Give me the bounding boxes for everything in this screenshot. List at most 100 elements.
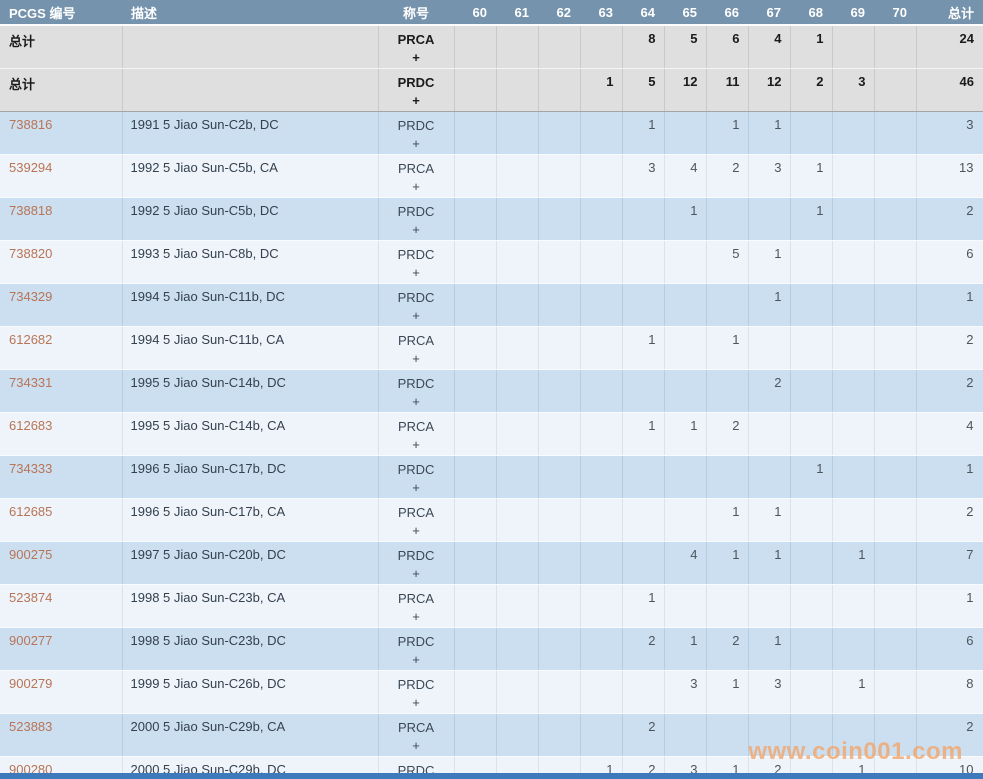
grade-60-count: [454, 628, 496, 671]
grade-61-count: [496, 370, 538, 413]
grade-63-count: [580, 155, 622, 198]
pcgs-number-link[interactable]: 539294: [9, 160, 52, 175]
grade-60-count: [454, 714, 496, 757]
pcgs-number-link[interactable]: 612682: [9, 332, 52, 347]
grade-60-count: [454, 456, 496, 499]
grade-67-count: [748, 714, 790, 757]
grade-60-count: [454, 198, 496, 241]
grade-66-count: [706, 585, 748, 628]
table-row-734329: 7343291994 5 Jiao Sun-C11b, DCPRDC+11: [0, 284, 983, 327]
table-row-612685: 6126851996 5 Jiao Sun-C17b, CAPRCA+112: [0, 499, 983, 542]
grade-70-count: [874, 370, 916, 413]
pcgs-number-link[interactable]: 900279: [9, 676, 52, 691]
designation-label: PRDC: [380, 74, 453, 92]
grade-66-count: [706, 370, 748, 413]
pcgs-number-cell: 900279: [0, 671, 122, 714]
pcgs-number-link[interactable]: 612685: [9, 504, 52, 519]
grade-70-count: [874, 714, 916, 757]
grade-68-count: [790, 542, 832, 585]
plus-designation: +: [380, 92, 453, 110]
grade-63-count: [580, 112, 622, 155]
designation-label: PRCA: [380, 418, 453, 436]
grade-65-count: [664, 456, 706, 499]
bottom-accent-bar: [0, 773, 983, 779]
grade-67-count: 3: [748, 671, 790, 714]
coin-description: 1996 5 Jiao Sun-C17b, CA: [122, 499, 378, 542]
grade-63-count: 1: [580, 69, 622, 112]
grade-62-count: [538, 714, 580, 757]
pcgs-number-link[interactable]: 523874: [9, 590, 52, 605]
grade-66-count: 2: [706, 413, 748, 456]
grade-70-count: [874, 155, 916, 198]
grade-69-count: [832, 499, 874, 542]
plus-designation: +: [380, 737, 453, 755]
plus-designation: +: [380, 221, 453, 239]
grade-69-count: [832, 25, 874, 69]
grade-68-count: [790, 284, 832, 327]
designation-cell: PRDC+: [378, 542, 454, 585]
grade-66-count: 1: [706, 327, 748, 370]
pcgs-number-cell: 734333: [0, 456, 122, 499]
grade-61-count: [496, 327, 538, 370]
grade-70-count: [874, 284, 916, 327]
grade-65-count: [664, 284, 706, 327]
designation-label: PRDC: [380, 547, 453, 565]
grade-67-count: 1: [748, 241, 790, 284]
grade-65-count: 4: [664, 542, 706, 585]
grade-65-count: [664, 327, 706, 370]
grade-70-count: [874, 198, 916, 241]
grade-64-count: 2: [622, 714, 664, 757]
grade-66-count: 6: [706, 25, 748, 69]
grade-62-count: [538, 499, 580, 542]
grade-69-count: 1: [832, 671, 874, 714]
table-row-523883: 5238832000 5 Jiao Sun-C29b, CAPRCA+22: [0, 714, 983, 757]
grade-62-count: [538, 327, 580, 370]
col-header-total: 总计: [916, 0, 983, 25]
pcgs-number-link[interactable]: 900275: [9, 547, 52, 562]
pcgs-number-link[interactable]: 738818: [9, 203, 52, 218]
pcgs-number-link[interactable]: 734333: [9, 461, 52, 476]
grade-70-count: [874, 585, 916, 628]
pcgs-number-link[interactable]: 738820: [9, 246, 52, 261]
col-header-grade-64: 64: [622, 0, 664, 25]
pcgs-number-link[interactable]: 734331: [9, 375, 52, 390]
grade-61-count: [496, 628, 538, 671]
grade-63-count: [580, 671, 622, 714]
plus-designation: +: [380, 393, 453, 411]
grade-60-count: [454, 69, 496, 112]
row-total: 1: [916, 456, 983, 499]
pcgs-number-link[interactable]: 612683: [9, 418, 52, 433]
grade-69-count: [832, 413, 874, 456]
row-total: 2: [916, 327, 983, 370]
grade-61-count: [496, 456, 538, 499]
grade-63-count: [580, 241, 622, 284]
row-total: 4: [916, 413, 983, 456]
pcgs-number-link[interactable]: 523883: [9, 719, 52, 734]
row-total: 13: [916, 155, 983, 198]
grade-64-count: 1: [622, 585, 664, 628]
grade-67-count: 1: [748, 628, 790, 671]
grade-60-count: [454, 413, 496, 456]
grade-60-count: [454, 671, 496, 714]
grade-62-count: [538, 671, 580, 714]
grade-65-count: [664, 112, 706, 155]
grade-64-count: 1: [622, 327, 664, 370]
summary-description-cell: [122, 25, 378, 69]
grade-61-count: [496, 671, 538, 714]
pcgs-number-link[interactable]: 738816: [9, 117, 52, 132]
row-total: 2: [916, 499, 983, 542]
designation-cell: PRDC+: [378, 671, 454, 714]
grade-69-count: [832, 628, 874, 671]
grade-62-count: [538, 69, 580, 112]
grade-70-count: [874, 327, 916, 370]
grade-67-count: [748, 413, 790, 456]
grade-70-count: [874, 69, 916, 112]
designation-cell: PRCA+: [378, 585, 454, 628]
grade-62-count: [538, 542, 580, 585]
pcgs-number-cell: 612682: [0, 327, 122, 370]
plus-designation: +: [380, 49, 453, 67]
grade-66-count: 1: [706, 499, 748, 542]
pcgs-number-link[interactable]: 900277: [9, 633, 52, 648]
grade-65-count: [664, 714, 706, 757]
pcgs-number-link[interactable]: 734329: [9, 289, 52, 304]
